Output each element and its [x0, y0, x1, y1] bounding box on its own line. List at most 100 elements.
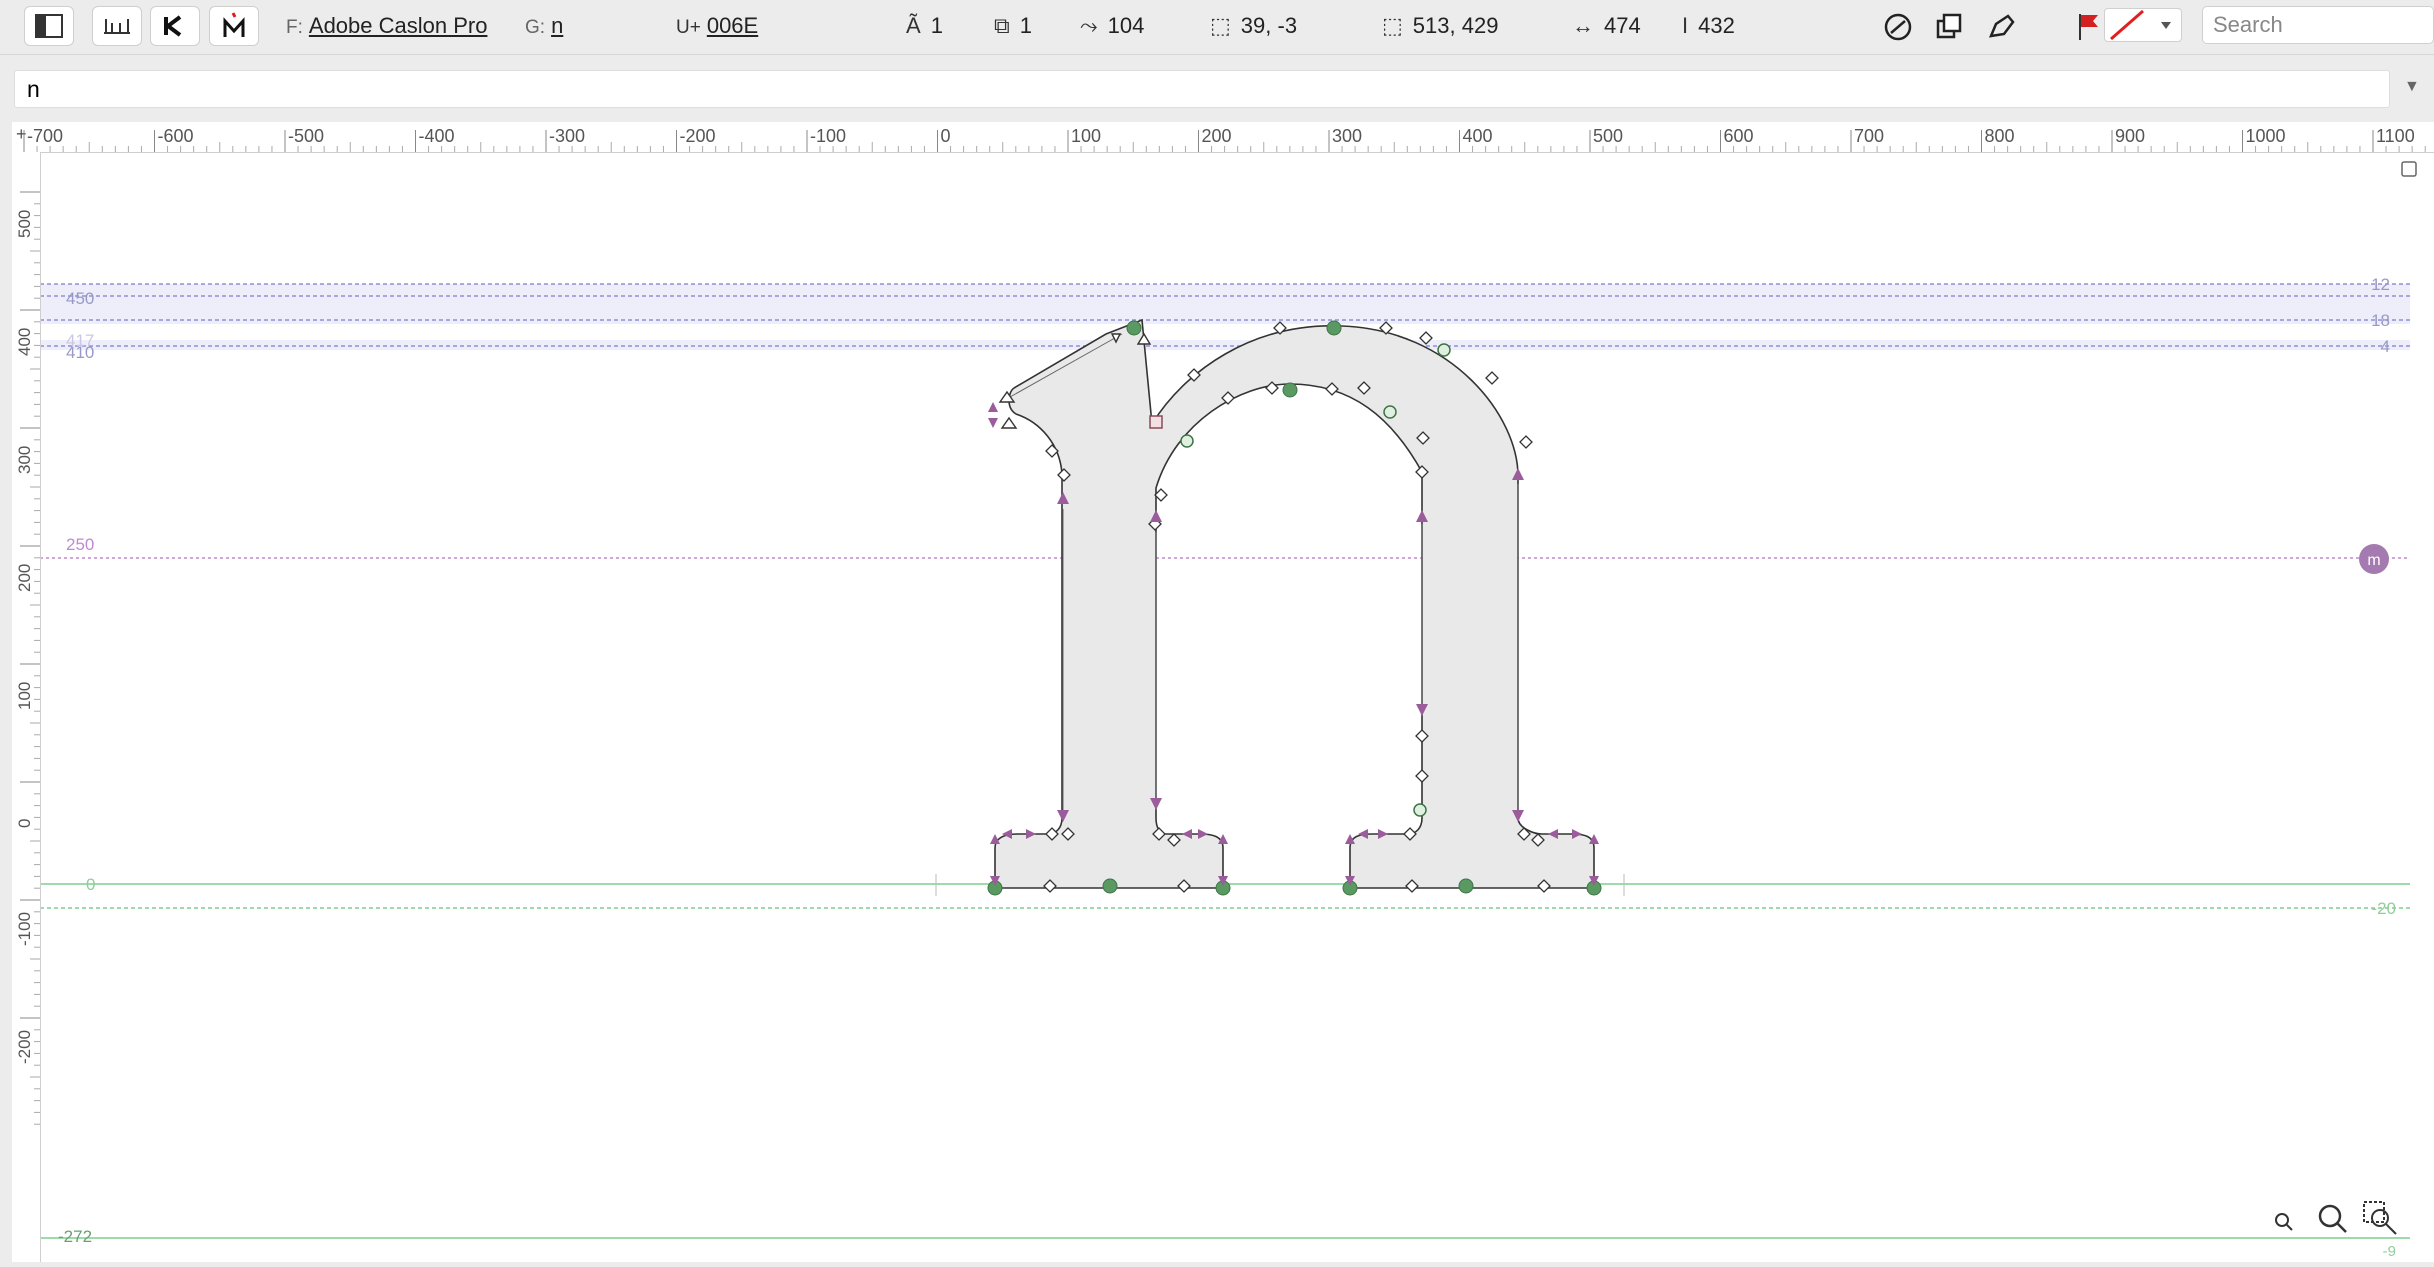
canvas-options-icon[interactable] [2401, 161, 2417, 177]
glyph-text-field[interactable] [14, 70, 2390, 108]
zoom-icon[interactable] [2318, 1204, 2347, 1233]
guide-right-label-12: 12 [2371, 275, 2390, 294]
glyph-text-bar: ▼ [0, 64, 2434, 114]
kerning-icon [164, 15, 182, 37]
zoom-out-icon[interactable] [2275, 1213, 2293, 1231]
ruler-label: 200 [1202, 126, 1232, 146]
height-icon: I [1682, 13, 1689, 38]
ruler-label: 900 [2115, 126, 2145, 146]
overshoot-band [40, 284, 2410, 324]
ruler-label: -400 [419, 126, 455, 146]
metrics-button[interactable] [92, 6, 142, 46]
ruler-label: -200 [15, 1030, 34, 1064]
ruler-label: 0 [15, 819, 34, 828]
ruler-label: 400 [15, 328, 34, 356]
nodes-count-value: 104 [1107, 13, 1145, 38]
position-value: 39, -3 [1240, 13, 1298, 38]
glyph-label: G: [525, 17, 546, 38]
ruler-label: 0 [941, 126, 951, 146]
height-field: I 432 [1682, 12, 1735, 40]
width-icon: ↔ [1572, 13, 1594, 38]
font-name[interactable]: Adobe Caslon Pro [309, 13, 488, 38]
components-count-value: 1 [1019, 13, 1032, 38]
ruler-label: 300 [15, 446, 34, 474]
nodes-icon: ⤳ [1080, 13, 1098, 38]
font-name-field[interactable]: F: Adobe Caslon Pro [286, 12, 487, 42]
layers-count: Ã1 [906, 12, 943, 40]
ruler-label: 500 [15, 210, 34, 238]
metrics-icon [104, 19, 130, 34]
guide-label-descender: -272 [58, 1227, 92, 1246]
size-icon: ⬚ [1382, 13, 1403, 38]
duplicate-icon[interactable] [1934, 12, 1966, 42]
glyph-outline-n[interactable] [994, 318, 1595, 889]
guide-right-label-4: 4 [2381, 337, 2390, 356]
components-count: ⧉ 1 [994, 12, 1032, 40]
ruler-label: 1000 [2246, 126, 2286, 146]
position-field: ⬚ 39, -3 [1210, 12, 1297, 40]
components-icon: ⧉ [994, 13, 1010, 38]
ruler-label: 200 [15, 564, 34, 592]
vertical-ruler[interactable]: 500 400 300 200 100 0 -100 -200 [12, 152, 41, 1262]
width-value: 474 [1604, 13, 1641, 38]
ruler-label: 600 [1724, 126, 1754, 146]
unicode-value[interactable]: 006E [707, 13, 758, 38]
ruler-label: -600 [158, 126, 194, 146]
guide-right-label-20: -20 [2371, 899, 2396, 918]
pen-icon[interactable] [1986, 12, 2018, 42]
size-value: 513, 429 [1412, 13, 1499, 38]
ruler-label: -300 [549, 126, 585, 146]
ruler-label: 800 [1985, 126, 2015, 146]
ruler-label: 700 [1854, 126, 1884, 146]
ruler-label: -100 [810, 126, 846, 146]
guide-right-label-9: -9 [2383, 1243, 2396, 1260]
kerning-button[interactable] [150, 6, 200, 46]
sidebar-icon [35, 14, 63, 38]
sidebar-toggle-button[interactable] [24, 6, 74, 46]
position-icon: ⬚ [1210, 13, 1231, 38]
guide-label-410: 410 [66, 343, 94, 362]
ruler-label: -200 [680, 126, 716, 146]
ruler-corner-plus: + [16, 124, 27, 144]
layers-icon: Ã [906, 13, 921, 38]
chevron-down-icon[interactable]: ▼ [2404, 78, 2420, 96]
glyph-name-field[interactable]: G: n [525, 12, 563, 42]
height-value: 432 [1698, 13, 1735, 38]
horizontal-ruler[interactable]: + -700 -600 -500 -400 -300 -200 -100 0 100 200 300… [12, 122, 2434, 153]
layers-count-value: 1 [930, 13, 943, 38]
width-field: ↔ 474 [1572, 12, 1641, 40]
guide-label-450: 450 [66, 289, 94, 308]
glyph-name[interactable]: n [551, 13, 563, 38]
mark-icon [223, 12, 245, 37]
ruler-label: 400 [1463, 126, 1493, 146]
ruler-label: -700 [27, 126, 63, 146]
ruler-label: 300 [1332, 126, 1362, 146]
size-field: ⬚ 513, 429 [1382, 12, 1498, 40]
vertical-ruler-svg: 500 400 300 200 100 0 -100 -200 [15, 191, 40, 1125]
ruler-label: 100 [1071, 126, 1101, 146]
ruler-label: -500 [288, 126, 324, 146]
search-input[interactable] [2202, 6, 2434, 44]
link-icon[interactable] [1882, 12, 1914, 42]
toolbar: F: Adobe Caslon Pro G: n U+ 006E Ã1 ⧉ 1 ⤳ 104… [0, 0, 2434, 55]
glyph-editor-svg: 450 417 410 250 0 -272 12 18 4 -20 -9 m [40, 161, 2417, 1260]
unicode-field[interactable]: U+ 006E [676, 12, 758, 42]
unicode-label: U+ [676, 17, 701, 38]
overshoot-band [40, 340, 2410, 350]
horizontal-ruler-svg: + -700 -600 -500 -400 -300 -200 -100 0 100 200 300… [16, 124, 2426, 152]
guide-right-label-18: 18 [2371, 311, 2390, 330]
nodes-count: ⤳ 104 [1080, 12, 1144, 40]
anchor-label: m [2367, 552, 2380, 569]
mark-color-select[interactable] [2104, 8, 2182, 42]
glyph-canvas[interactable]: 450 417 410 250 0 -272 12 18 4 -20 -9 m [12, 122, 2434, 1262]
ruler-label: 100 [15, 682, 34, 710]
guide-label-baseline: 0 [86, 875, 95, 894]
font-label: F: [286, 17, 303, 38]
guide-label-250: 250 [66, 535, 94, 554]
no-color-icon [2110, 9, 2171, 41]
mark-button[interactable] [209, 6, 259, 46]
zoom-selection-icon[interactable] [2363, 1201, 2397, 1235]
selected-node[interactable] [1149, 415, 1163, 429]
flag-icon[interactable] [2076, 12, 2102, 42]
ruler-label: 1100 [2376, 126, 2415, 146]
